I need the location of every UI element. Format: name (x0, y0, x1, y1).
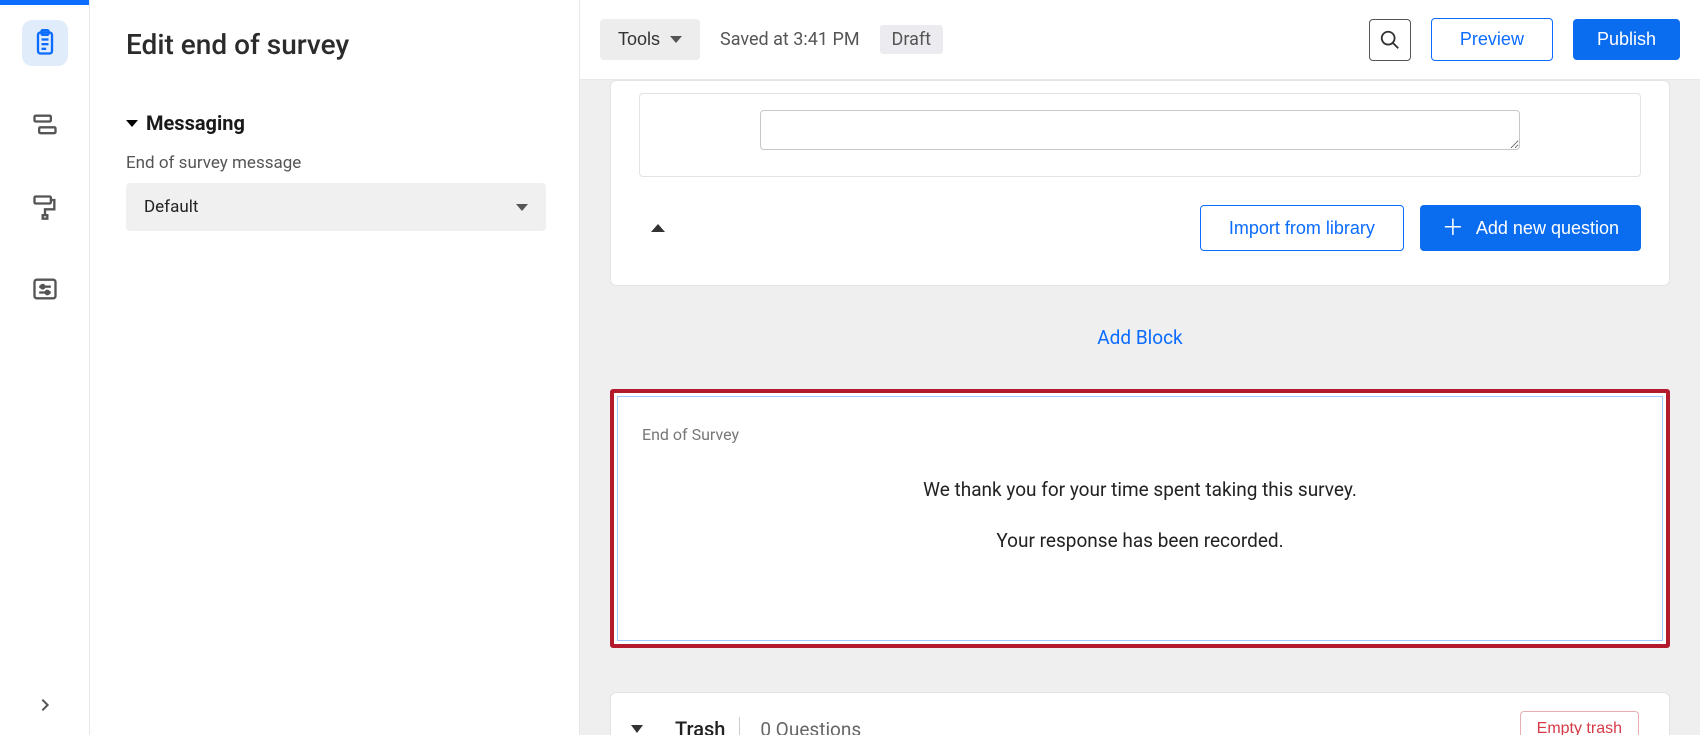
add-block-row: Add Block (610, 326, 1670, 349)
app-root: Edit end of survey Messaging End of surv… (0, 0, 1700, 735)
flow-icon (31, 111, 59, 139)
add-block-link[interactable]: Add Block (1097, 326, 1182, 349)
nav-flow[interactable] (22, 102, 68, 148)
trash-count: 0 Questions (760, 718, 861, 735)
caret-down-icon (126, 120, 138, 127)
trash-toggle[interactable] (631, 725, 643, 733)
chevron-down-icon (670, 36, 682, 43)
saved-status: Saved at 3:41 PM (720, 29, 860, 50)
nav-theme[interactable] (22, 184, 68, 230)
clipboard-icon (31, 29, 59, 57)
eos-message-select[interactable]: Default (126, 183, 546, 231)
canvas-body: Import from library ＋ Add new question A… (580, 80, 1700, 735)
end-of-survey-block[interactable]: End of Survey We thank you for your time… (610, 389, 1670, 648)
text-entry-input[interactable] (760, 110, 1520, 150)
top-bar: Tools Saved at 3:41 PM Draft Preview Pub… (580, 0, 1700, 80)
question-body (639, 93, 1641, 177)
publish-button[interactable]: Publish (1573, 19, 1680, 60)
nav-options[interactable] (22, 266, 68, 312)
panel-title: Edit end of survey (126, 28, 543, 61)
trash-block: Trash 0 Questions Empty trash (610, 692, 1670, 735)
chevron-down-icon (516, 204, 528, 211)
main-canvas: Tools Saved at 3:41 PM Draft Preview Pub… (580, 0, 1700, 735)
eos-line1: We thank you for your time spent taking … (642, 478, 1638, 501)
collapse-block[interactable] (651, 224, 665, 232)
block-footer: Import from library ＋ Add new question (639, 205, 1641, 251)
search-icon (1379, 29, 1401, 51)
paint-roller-icon (31, 193, 59, 221)
import-from-library-button[interactable]: Import from library (1200, 205, 1404, 251)
end-of-survey-inner: End of Survey We thank you for your time… (617, 396, 1663, 641)
nav-builder[interactable] (22, 20, 68, 66)
eos-line2: Your response has been recorded. (642, 529, 1638, 552)
add-question-label: Add new question (1476, 218, 1619, 239)
plus-icon: ＋ (1442, 217, 1464, 239)
field-label: End of survey message (126, 153, 543, 173)
add-new-question-button[interactable]: ＋ Add new question (1420, 205, 1641, 251)
trash-title: Trash (675, 717, 740, 735)
tools-label: Tools (618, 29, 660, 50)
icon-rail (0, 0, 90, 735)
search-button[interactable] (1369, 19, 1411, 61)
settings-panel: Edit end of survey Messaging End of surv… (90, 0, 580, 735)
eos-label: End of Survey (642, 425, 1638, 444)
chevron-right-icon (37, 697, 53, 713)
tools-menu[interactable]: Tools (600, 19, 700, 60)
footer-buttons: Import from library ＋ Add new question (1200, 205, 1641, 251)
question-block: Import from library ＋ Add new question (610, 80, 1670, 286)
preview-button[interactable]: Preview (1431, 18, 1553, 61)
section-label: Messaging (146, 111, 245, 135)
expand-rail[interactable] (37, 697, 53, 717)
empty-trash-button[interactable]: Empty trash (1520, 711, 1639, 735)
select-value: Default (144, 197, 198, 217)
sliders-icon (31, 275, 59, 303)
eos-message: We thank you for your time spent taking … (642, 478, 1638, 552)
draft-badge: Draft (880, 25, 944, 54)
section-messaging[interactable]: Messaging (126, 111, 543, 135)
